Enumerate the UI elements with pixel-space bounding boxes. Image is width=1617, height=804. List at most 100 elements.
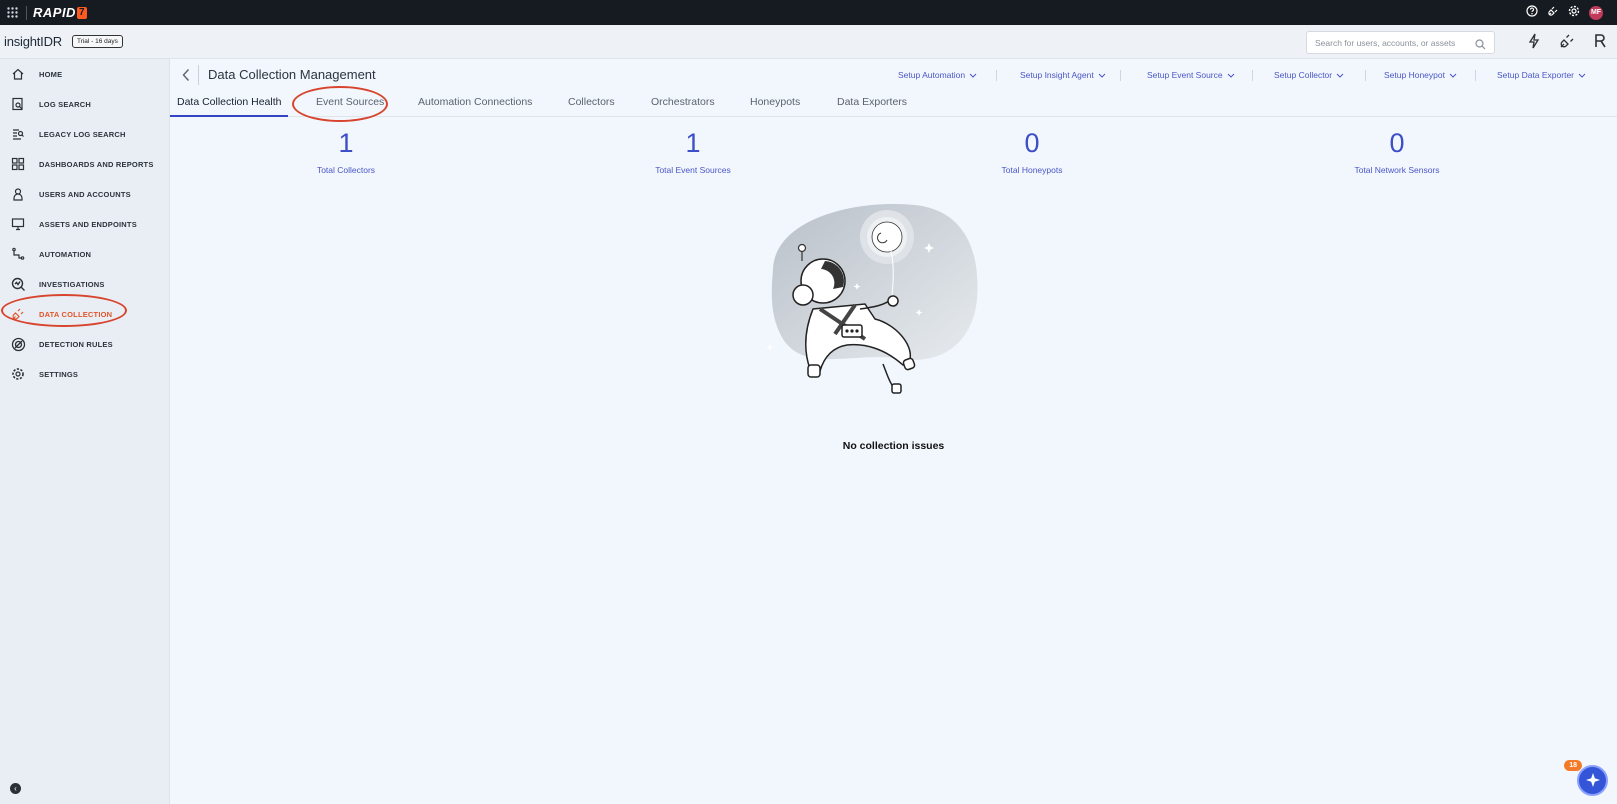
sidebar-item-label: DASHBOARDS AND REPORTS bbox=[39, 159, 154, 169]
tab-automation-connections[interactable]: Automation Connections bbox=[418, 96, 532, 117]
lightning-icon[interactable] bbox=[1527, 33, 1541, 54]
tab-collectors[interactable]: Collectors bbox=[568, 96, 615, 117]
sidebar-item-legacy-log-search[interactable]: LEGACY LOG SEARCH bbox=[0, 119, 170, 149]
user-avatar[interactable]: MF bbox=[1589, 5, 1603, 20]
stat-total-honeypots: 0 Total Honeypots bbox=[932, 129, 1132, 175]
sidebar-item-label: USERS AND ACCOUNTS bbox=[39, 189, 131, 199]
chevron-down-icon bbox=[969, 73, 977, 78]
app-grid-icon[interactable] bbox=[0, 0, 25, 25]
stat-label: Total Event Sources bbox=[655, 165, 731, 175]
menu-label: Setup Data Exporter bbox=[1497, 70, 1575, 80]
help-assistant-button[interactable] bbox=[1577, 765, 1608, 796]
legacy-log-search-icon bbox=[10, 126, 26, 142]
global-search[interactable] bbox=[1306, 31, 1495, 54]
monitor-icon bbox=[10, 216, 26, 232]
empty-state-message: No collection issues bbox=[842, 440, 945, 452]
divider bbox=[1120, 70, 1121, 81]
rapid7-logo[interactable]: RAPID 7 bbox=[33, 5, 88, 20]
detection-icon bbox=[10, 336, 26, 352]
stat-value: 0 bbox=[1389, 128, 1405, 158]
sidebar-item-dashboards[interactable]: DASHBOARDS AND REPORTS bbox=[0, 149, 170, 179]
sidebar-item-label: AUTOMATION bbox=[39, 249, 92, 259]
help-icon[interactable] bbox=[1526, 4, 1538, 22]
chevron-down-icon bbox=[1098, 73, 1106, 78]
sidebar-item-users[interactable]: USERS AND ACCOUNTS bbox=[0, 179, 170, 209]
collapse-sidebar-button[interactable]: ‹ bbox=[10, 783, 21, 794]
log-search-icon bbox=[10, 96, 26, 112]
tab-event-sources[interactable]: Event Sources bbox=[316, 96, 384, 117]
sidebar-item-label: HOME bbox=[39, 69, 63, 79]
stat-total-event-sources: 1 Total Event Sources bbox=[593, 129, 793, 175]
sidebar-item-label: LEGACY LOG SEARCH bbox=[39, 129, 126, 139]
sidebar-item-label: LOG SEARCH bbox=[39, 99, 92, 109]
sidebar-item-settings[interactable]: SETTINGS bbox=[0, 359, 170, 389]
chevron-down-icon bbox=[1449, 73, 1457, 78]
sparkle-icon bbox=[1585, 772, 1600, 787]
logo-text: RAPID bbox=[33, 5, 76, 20]
page-title: Data Collection Management bbox=[208, 67, 376, 82]
search-icon[interactable] bbox=[1475, 37, 1486, 55]
tab-data-collection-health[interactable]: Data Collection Health bbox=[169, 96, 290, 117]
tab-bar: Data Collection Health Event Sources Aut… bbox=[169, 92, 1617, 117]
stat-total-collectors: 1 Total Collectors bbox=[246, 129, 446, 175]
divider bbox=[1365, 70, 1366, 81]
divider bbox=[996, 70, 997, 81]
product-name[interactable]: insightIDR bbox=[4, 34, 62, 49]
stat-label: Total Network Sensors bbox=[1354, 165, 1440, 175]
setup-event-source-menu[interactable]: Setup Event Source bbox=[1147, 70, 1235, 80]
tab-data-exporters[interactable]: Data Exporters bbox=[837, 96, 907, 117]
plug-icon bbox=[10, 306, 26, 322]
divider bbox=[26, 5, 27, 20]
logo-mark: 7 bbox=[76, 6, 88, 19]
sidebar-item-log-search[interactable]: LOG SEARCH bbox=[0, 89, 170, 119]
user-icon bbox=[10, 186, 26, 202]
setup-insight-agent-menu[interactable]: Setup Insight Agent bbox=[1020, 70, 1106, 80]
divider bbox=[198, 65, 199, 85]
rapid7-r-icon[interactable] bbox=[1593, 33, 1607, 54]
back-chevron-icon[interactable] bbox=[182, 68, 190, 87]
sidebar-item-label: ASSETS AND ENDPOINTS bbox=[39, 219, 137, 229]
sidebar-item-assets[interactable]: ASSETS AND ENDPOINTS bbox=[0, 209, 170, 239]
divider bbox=[1475, 70, 1476, 81]
tab-honeypots[interactable]: Honeypots bbox=[750, 96, 800, 117]
menu-label: Setup Event Source bbox=[1147, 70, 1223, 80]
chevron-down-icon bbox=[1227, 73, 1234, 78]
product-header: insightIDR Trial - 16 days bbox=[0, 25, 1617, 59]
stat-value: 0 bbox=[1024, 128, 1040, 158]
sidebar-item-home[interactable]: HOME bbox=[0, 59, 170, 89]
trial-badge[interactable]: Trial - 16 days bbox=[71, 35, 123, 48]
setup-automation-menu[interactable]: Setup Automation bbox=[898, 70, 977, 80]
sidebar-item-investigations[interactable]: INVESTIGATIONS bbox=[0, 269, 170, 299]
plug-icon[interactable] bbox=[1559, 33, 1575, 54]
astronaut-illustration bbox=[766, 203, 978, 394]
setup-collector-menu[interactable]: Setup Collector bbox=[1274, 70, 1344, 80]
stat-total-network-sensors: 0 Total Network Sensors bbox=[1297, 129, 1497, 175]
investigations-icon bbox=[10, 276, 26, 292]
setup-honeypot-menu[interactable]: Setup Honeypot bbox=[1384, 70, 1457, 80]
notification-count-badge: 18 bbox=[1564, 760, 1582, 771]
top-bar: RAPID 7 MF bbox=[0, 0, 1617, 25]
plug-icon[interactable] bbox=[1547, 4, 1559, 22]
chevron-down-icon bbox=[1336, 73, 1344, 78]
stat-value: 1 bbox=[685, 128, 701, 158]
main-content: Data Collection Management Setup Automat… bbox=[169, 59, 1617, 804]
sidebar: HOME LOG SEARCH LEGACY LOG SEARCH DASHBO… bbox=[0, 59, 170, 804]
sidebar-item-data-collection[interactable]: DATA COLLECTION bbox=[0, 299, 170, 329]
setup-data-exporter-menu[interactable]: Setup Data Exporter bbox=[1497, 70, 1586, 80]
stat-value: 1 bbox=[338, 128, 354, 158]
home-icon bbox=[10, 66, 26, 82]
gear-icon[interactable] bbox=[1568, 4, 1580, 22]
sidebar-item-detection-rules[interactable]: DETECTION RULES bbox=[0, 329, 170, 359]
menu-label: Setup Insight Agent bbox=[1020, 70, 1094, 80]
search-input[interactable] bbox=[1315, 37, 1470, 48]
gear-icon bbox=[10, 366, 26, 382]
sidebar-item-label: DATA COLLECTION bbox=[39, 309, 113, 319]
dashboards-icon bbox=[10, 156, 26, 172]
sidebar-item-automation[interactable]: AUTOMATION bbox=[0, 239, 170, 269]
sidebar-item-label: SETTINGS bbox=[39, 369, 79, 379]
sidebar-item-label: DETECTION RULES bbox=[39, 339, 113, 349]
stat-label: Total Honeypots bbox=[1001, 165, 1063, 175]
menu-label: Setup Collector bbox=[1274, 70, 1333, 80]
divider bbox=[1252, 70, 1253, 81]
tab-orchestrators[interactable]: Orchestrators bbox=[651, 96, 715, 117]
